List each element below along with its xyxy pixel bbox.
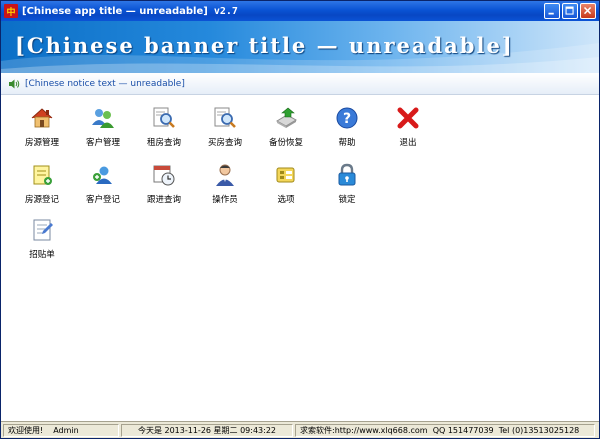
menu-item-customer-register[interactable]: 客户登记	[75, 158, 131, 210]
status-time: 09:43:22	[240, 425, 277, 435]
menu-item-customer-management[interactable]: 客户管理	[75, 101, 131, 153]
status-date: 2013-11-26	[164, 425, 212, 435]
exit-icon	[397, 107, 419, 129]
title-bar[interactable]: 中 [Chinese app title — unreadable] v2.7	[1, 1, 599, 21]
menu-item-help[interactable]: ? 帮助	[319, 101, 375, 153]
menu-item-exit[interactable]: 退出	[380, 101, 436, 153]
svg-text:?: ?	[343, 111, 351, 127]
speaker-icon	[9, 79, 20, 88]
status-website[interactable]: http://www.xlq668.com	[335, 426, 428, 435]
status-username: Admin	[53, 425, 79, 435]
minimize-button[interactable]	[544, 3, 560, 19]
app-window: 中 [Chinese app title — unreadable] v2.7 …	[0, 0, 600, 439]
menu-item-lock[interactable]: 锁定	[319, 158, 375, 210]
menu-item-operator[interactable]: 操作员	[197, 158, 253, 210]
menu-item-house-register[interactable]: 房源登记	[14, 158, 70, 210]
poster-icon	[33, 219, 53, 241]
banner-title: [Chinese banner title — unreadable]	[15, 33, 514, 58]
window-version: v2.7	[213, 5, 238, 17]
close-icon	[583, 6, 592, 15]
maximize-button[interactable]	[562, 3, 578, 19]
window-controls	[544, 3, 596, 19]
minimize-icon	[548, 12, 554, 15]
options-icon	[276, 167, 295, 183]
status-bar: 欢迎使用! Admin 今天是 2013-11-26 星期二 09:43:22 …	[1, 421, 599, 438]
banner: [Chinese banner title — unreadable]	[1, 21, 599, 73]
menu-item-rental-search[interactable]: 租房查询	[136, 101, 192, 153]
menu-item-followup-search[interactable]: 跟进查询	[136, 158, 192, 210]
notice-bar[interactable]: [Chinese notice text — unreadable]	[1, 73, 599, 95]
add-user-icon	[93, 166, 112, 184]
window-title: [Chinese app title — unreadable]	[22, 5, 208, 17]
status-weekday: 星期二	[213, 425, 238, 435]
menu-item-house-management[interactable]: 房源管理	[14, 101, 70, 153]
status-contact-panel: 求索软件: http://www.xlq668.com QQ 151477039…	[295, 423, 595, 437]
maximize-icon	[565, 6, 574, 15]
lock-icon	[338, 163, 356, 186]
status-user-panel: 欢迎使用! Admin	[3, 423, 119, 437]
backup-icon	[276, 107, 297, 128]
register-house-icon	[33, 165, 52, 185]
house-icon	[31, 108, 53, 128]
menu-item-options[interactable]: 选项	[258, 158, 314, 210]
menu-item-backup-restore[interactable]: 备份恢复	[258, 101, 314, 153]
menu-item-poster[interactable]: 招贴单	[14, 213, 70, 265]
calendar-clock-icon	[153, 165, 175, 186]
status-qq: 151477039	[447, 425, 494, 435]
close-button[interactable]	[580, 3, 596, 19]
status-date-panel: 今天是 2013-11-26 星期二 09:43:22	[121, 423, 293, 437]
search-doc-icon	[214, 107, 236, 128]
operator-icon	[216, 164, 234, 186]
status-tel: (0)13513025128	[511, 425, 580, 435]
search-doc-icon	[153, 107, 175, 128]
app-logo-icon: 中	[4, 4, 18, 18]
users-icon	[92, 109, 114, 128]
menu-item-purchase-search[interactable]: 买房查询	[197, 101, 253, 153]
main-content: 房源管理 客户管理 租房查询 买房查询 备份恢复 ? 帮助 退出 房源登记 客户…	[1, 95, 599, 421]
help-icon: ?	[336, 107, 358, 129]
notice-text: [Chinese notice text — unreadable]	[25, 78, 185, 89]
